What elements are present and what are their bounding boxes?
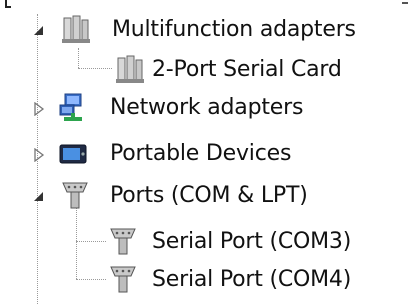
multifunction-adapter-icon	[116, 55, 144, 83]
tree-node-label: Multifunction adapters	[112, 17, 356, 42]
collapse-arrow-icon[interactable]	[32, 190, 46, 204]
tree-node-label: 2-Port Serial Card	[152, 57, 342, 82]
collapse-arrow-icon[interactable]	[32, 24, 46, 38]
port-icon	[110, 228, 136, 255]
device-tree: Multifunction adapters 2-Port Serial Car…	[0, 0, 416, 305]
tree-node-serial-port-com3[interactable]: Serial Port (COM3)	[100, 223, 400, 259]
tree-node-label: Ports (COM & LPT)	[110, 183, 308, 208]
tree-node-label: Serial Port (COM4)	[152, 267, 352, 292]
tree-node-network-adapters[interactable]: Network adapters	[30, 90, 410, 126]
tree-node-2-port-serial-card[interactable]: 2-Port Serial Card	[100, 51, 400, 87]
tree-node-ports-com-lpt[interactable]: Ports (COM & LPT)	[30, 178, 410, 214]
portable-device-icon	[59, 144, 87, 164]
tree-node-multifunction-adapters[interactable]: Multifunction adapters	[30, 12, 410, 48]
window-corner-mark	[402, 2, 408, 4]
tree-node-label: Portable Devices	[110, 141, 292, 166]
port-icon	[62, 182, 88, 209]
tree-node-label: Serial Port (COM3)	[152, 229, 352, 254]
port-icon	[110, 266, 136, 293]
tree-node-portable-devices[interactable]: Portable Devices	[30, 136, 410, 172]
network-adapter-icon	[59, 93, 82, 121]
tree-node-label: Network adapters	[110, 95, 304, 120]
tree-connector	[78, 48, 79, 68]
window-corner-mark	[5, 0, 11, 8]
expand-arrow-icon[interactable]	[32, 148, 46, 162]
expand-arrow-icon[interactable]	[32, 102, 46, 116]
tree-node-serial-port-com4[interactable]: Serial Port (COM4)	[100, 261, 400, 297]
tree-connector	[76, 207, 77, 279]
multifunction-adapter-icon	[62, 15, 90, 43]
